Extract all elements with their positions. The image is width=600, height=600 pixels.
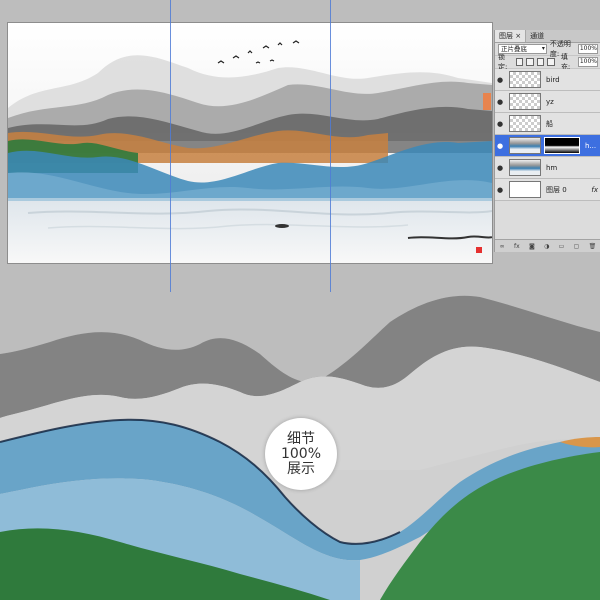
lock-transparent-icon[interactable] xyxy=(515,58,524,66)
status-marker xyxy=(476,247,482,253)
tab-layers[interactable]: 图层 × xyxy=(495,30,527,42)
layer-row-h[interactable]: ● h... xyxy=(495,135,600,157)
guide-line-left[interactable] xyxy=(170,0,171,292)
color-tag xyxy=(483,93,491,110)
lock-position-icon[interactable] xyxy=(536,58,545,66)
adjustment-icon[interactable]: ◑ xyxy=(544,243,549,250)
eye-icon[interactable]: ● xyxy=(495,120,505,128)
document-canvas[interactable] xyxy=(7,22,493,264)
lock-row: 锁定: 填充: 100% xyxy=(495,53,600,71)
trash-icon[interactable]: 🗑 xyxy=(589,243,597,250)
tab-channels[interactable]: 通道 xyxy=(526,30,548,42)
badge-line-1: 细节 xyxy=(287,430,315,447)
mask-icon[interactable]: ◙ xyxy=(529,243,535,250)
layer-name: bird xyxy=(546,75,560,84)
layer-row-background[interactable]: ● 图层 0 fx xyxy=(495,179,600,201)
eye-icon[interactable]: ● xyxy=(495,142,505,150)
layer-name: hm xyxy=(546,163,558,172)
layer-thumbnail xyxy=(509,159,541,176)
eye-icon[interactable]: ● xyxy=(495,186,505,194)
layer-mask-thumbnail[interactable] xyxy=(544,137,580,154)
fx-icon[interactable]: fx xyxy=(514,243,520,250)
layer-row-yz[interactable]: ● yz xyxy=(483,91,600,113)
blend-mode-select[interactable]: 正片叠底 ▾ xyxy=(498,44,547,54)
layers-panel: 图层 × 通道 正片叠底 ▾ 不透明度: 100% 锁定: 填充: 100% ●… xyxy=(483,30,600,252)
panel-footer: ∞ fx ◙ ◑ ▭ ▢ 🗑 xyxy=(495,239,600,252)
fill-input[interactable]: 100% xyxy=(577,57,598,67)
photoshop-workspace: 图层 × 通道 正片叠底 ▾ 不透明度: 100% 锁定: 填充: 100% ●… xyxy=(0,0,600,292)
layer-row-hm[interactable]: ● hm xyxy=(495,157,600,179)
layer-thumbnail xyxy=(509,93,541,110)
layer-thumbnail xyxy=(509,181,541,198)
blend-mode-value: 正片叠底 xyxy=(501,45,527,53)
group-icon[interactable]: ▭ xyxy=(559,243,565,250)
eye-icon[interactable]: ● xyxy=(495,164,505,172)
badge-line-3: 展示 xyxy=(287,460,315,477)
layer-name: 图层 0 xyxy=(546,185,567,194)
layer-row-boat[interactable]: ● 船 xyxy=(495,113,600,135)
lock-image-icon[interactable] xyxy=(526,58,534,66)
lock-all-icon[interactable] xyxy=(547,58,555,66)
ink-landscape-artwork xyxy=(8,23,492,263)
guide-line-right[interactable] xyxy=(330,0,331,292)
eye-icon[interactable]: ● xyxy=(495,98,505,106)
new-layer-icon[interactable]: ▢ xyxy=(574,243,580,250)
layer-thumbnail xyxy=(509,137,541,154)
layer-thumbnail xyxy=(509,115,541,132)
badge-line-2: 100% xyxy=(280,445,322,462)
link-icon[interactable]: ∞ xyxy=(500,243,505,250)
panel-tabs: 图层 × 通道 xyxy=(495,30,600,43)
chevron-down-icon: ▾ xyxy=(541,45,545,52)
detail-zoom-badge: 细节 100% 展示 xyxy=(265,418,337,490)
layer-name: 船 xyxy=(546,119,553,128)
eye-icon[interactable]: ● xyxy=(495,76,505,84)
layer-name: yz xyxy=(546,97,554,106)
layer-row-bird[interactable]: ● bird xyxy=(495,69,600,91)
layer-thumbnail xyxy=(509,71,541,88)
fx-icon[interactable]: fx xyxy=(591,186,598,194)
opacity-input[interactable]: 100% xyxy=(577,44,598,54)
layer-name: h... xyxy=(585,141,597,150)
